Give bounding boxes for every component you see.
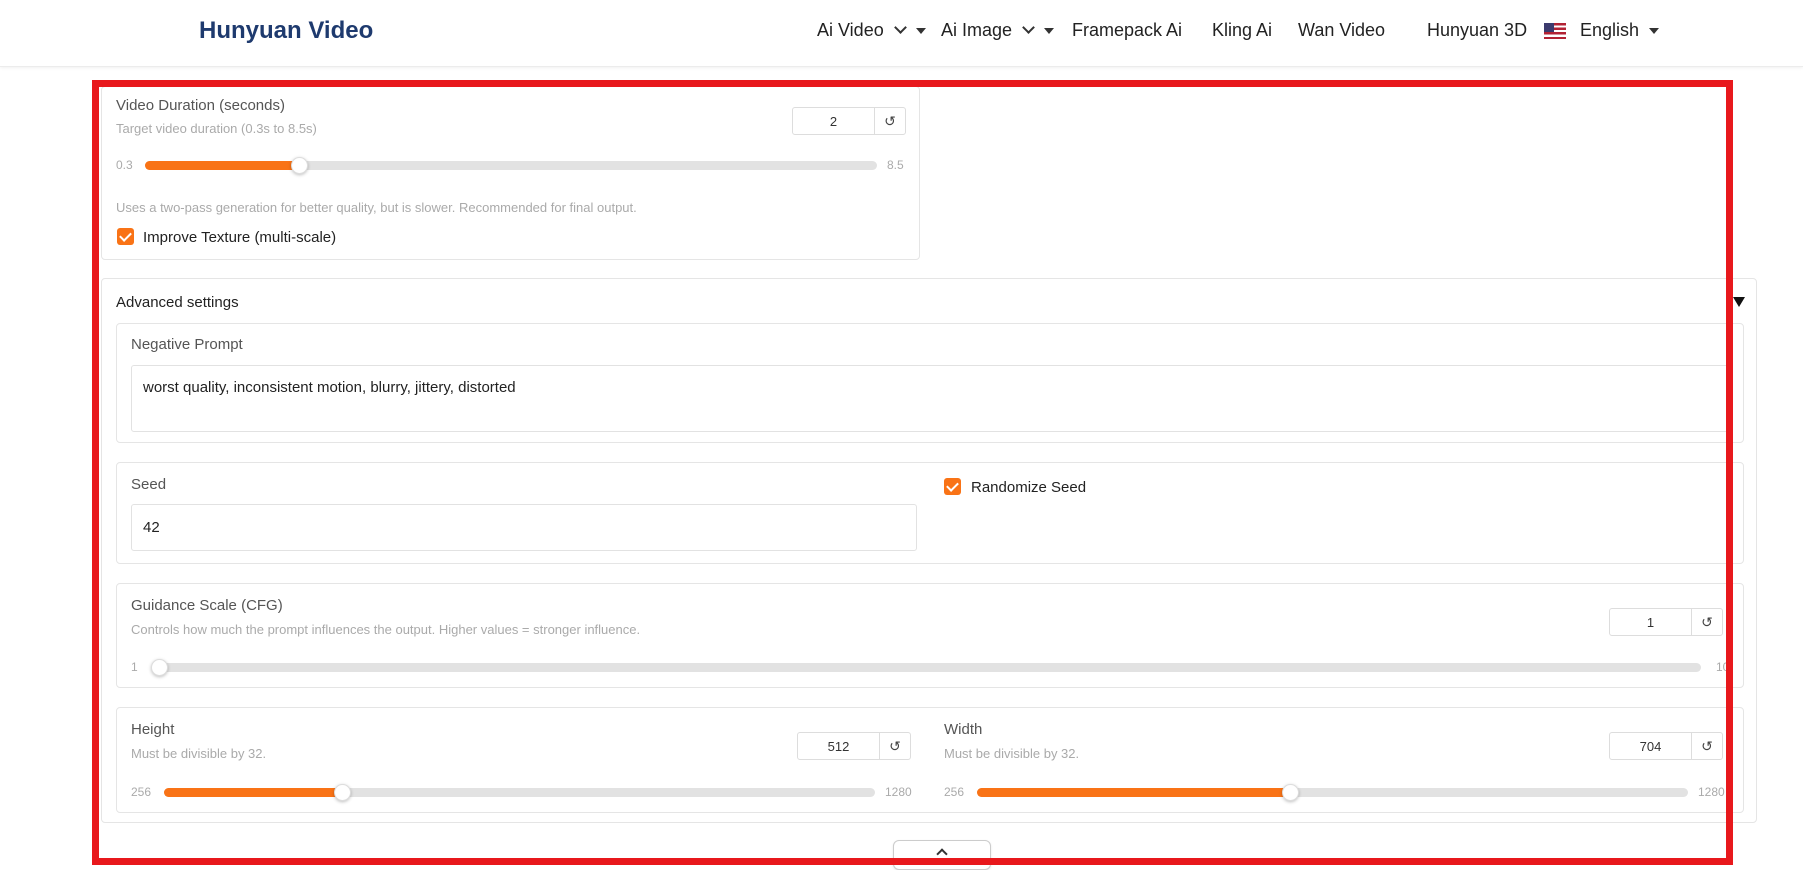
width-slider[interactable] [977,784,1688,801]
chevron-down-icon[interactable] [1022,21,1035,34]
height-slider-thumb[interactable] [333,784,351,801]
width-slider-fill [977,788,1290,797]
guidance-value[interactable]: 1 [1610,609,1692,635]
reset-icon[interactable]: ↺ [880,733,910,759]
nav-wan-video-label: Wan Video [1298,20,1386,40]
guidance-min-tick: 1 [131,660,138,674]
generate-button-partial[interactable] [893,840,991,870]
randomize-seed-checkbox[interactable] [944,478,961,495]
us-flag-icon [1544,22,1566,39]
nav-ai-image[interactable]: Ai Image [941,20,1055,41]
nav-wan-video[interactable]: Wan Video [1298,20,1385,41]
guidance-scale-card: Guidance Scale (CFG) Controls how much t… [116,583,1744,688]
advanced-settings-panel: Advanced settings Negative Prompt worst … [101,278,1757,823]
guidance-max-tick: 10 [1716,660,1730,674]
duration-hint: Target video duration (0.3s to 8.5s) [116,121,317,136]
improve-texture-label[interactable]: Improve Texture (multi-scale) [143,229,336,246]
collapse-triangle-icon[interactable] [1733,297,1745,307]
chevron-down-icon[interactable] [893,21,907,34]
texture-hint: Uses a two-pass generation for better qu… [116,200,637,215]
nav-ai-video[interactable]: Ai Video [817,20,926,41]
height-slider-fill [164,788,342,797]
seed-input[interactable]: 42 [131,504,917,551]
duration-value[interactable]: 2 [793,108,875,134]
top-navbar: Hunyuan Video Ai Video Ai Image Framepac… [0,0,1803,67]
duration-number-input[interactable]: 2 ↺ [792,107,906,135]
width-max-tick: 1280 [1698,785,1725,799]
height-slider[interactable] [164,784,875,801]
nav-kling-ai[interactable]: Kling Ai [1212,20,1272,41]
caret-down-icon [1649,27,1660,34]
guidance-slider-thumb[interactable] [151,659,168,676]
nav-hunyuan-3d-label: Hunyuan 3D [1427,20,1528,40]
duration-slider-thumb[interactable] [290,157,308,174]
caret-down-icon[interactable] [915,27,926,34]
caret-down-icon[interactable] [1044,27,1055,34]
nav-kling-ai-label: Kling Ai [1212,20,1273,40]
guidance-label: Guidance Scale (CFG) [131,597,283,614]
height-number-input[interactable]: 512 ↺ [797,732,911,760]
advanced-settings-title[interactable]: Advanced settings [116,294,239,311]
nav-ai-video-label: Ai Video [817,20,884,40]
seed-card: Seed 42 Randomize Seed [116,462,1744,564]
negative-prompt-card: Negative Prompt worst quality, inconsist… [116,323,1744,443]
duration-min-tick: 0.3 [116,158,133,172]
language-selector[interactable]: English [1544,20,1660,41]
duration-max-tick: 8.5 [887,158,904,172]
height-max-tick: 1280 [885,785,912,799]
width-slider-thumb[interactable] [1281,784,1299,801]
height-min-tick: 256 [131,785,152,799]
guidance-slider[interactable] [151,659,1701,676]
nav-framepack-ai-label: Framepack Ai [1072,20,1183,40]
height-value[interactable]: 512 [798,733,880,759]
nav-ai-image-label: Ai Image [941,20,1013,40]
height-label: Height [131,721,175,738]
negative-prompt-textarea[interactable]: worst quality, inconsistent motion, blur… [131,365,1731,432]
randomize-seed-label[interactable]: Randomize Seed [971,479,1086,496]
dimensions-card: Height Must be divisible by 32. 512 ↺ 25… [116,707,1744,813]
nav-framepack-ai[interactable]: Framepack Ai [1072,20,1182,41]
width-number-input[interactable]: 704 ↺ [1609,732,1723,760]
width-value[interactable]: 704 [1610,733,1692,759]
negative-prompt-label: Negative Prompt [131,336,243,353]
reset-icon[interactable]: ↺ [1692,609,1722,635]
width-hint: Must be divisible by 32. [944,746,1080,761]
guidance-number-input[interactable]: 1 ↺ [1609,608,1723,636]
video-duration-card: Video Duration (seconds) Target video du… [101,86,920,260]
duration-label: Video Duration (seconds) [116,97,285,114]
reset-icon[interactable]: ↺ [1692,733,1722,759]
reset-icon[interactable]: ↺ [875,108,905,134]
duration-slider[interactable] [145,157,877,174]
improve-texture-checkbox[interactable] [117,228,134,245]
seed-label: Seed [131,476,167,493]
language-label: English [1580,20,1640,40]
guidance-hint: Controls how much the prompt influences … [131,622,641,637]
width-min-tick: 256 [944,785,965,799]
nav-hunyuan-3d[interactable]: Hunyuan 3D [1427,20,1527,41]
chevron-up-icon [936,848,948,860]
brand-logo[interactable]: Hunyuan Video [199,17,373,45]
height-hint: Must be divisible by 32. [131,746,267,761]
width-label: Width [944,721,983,738]
duration-slider-fill [145,161,299,170]
